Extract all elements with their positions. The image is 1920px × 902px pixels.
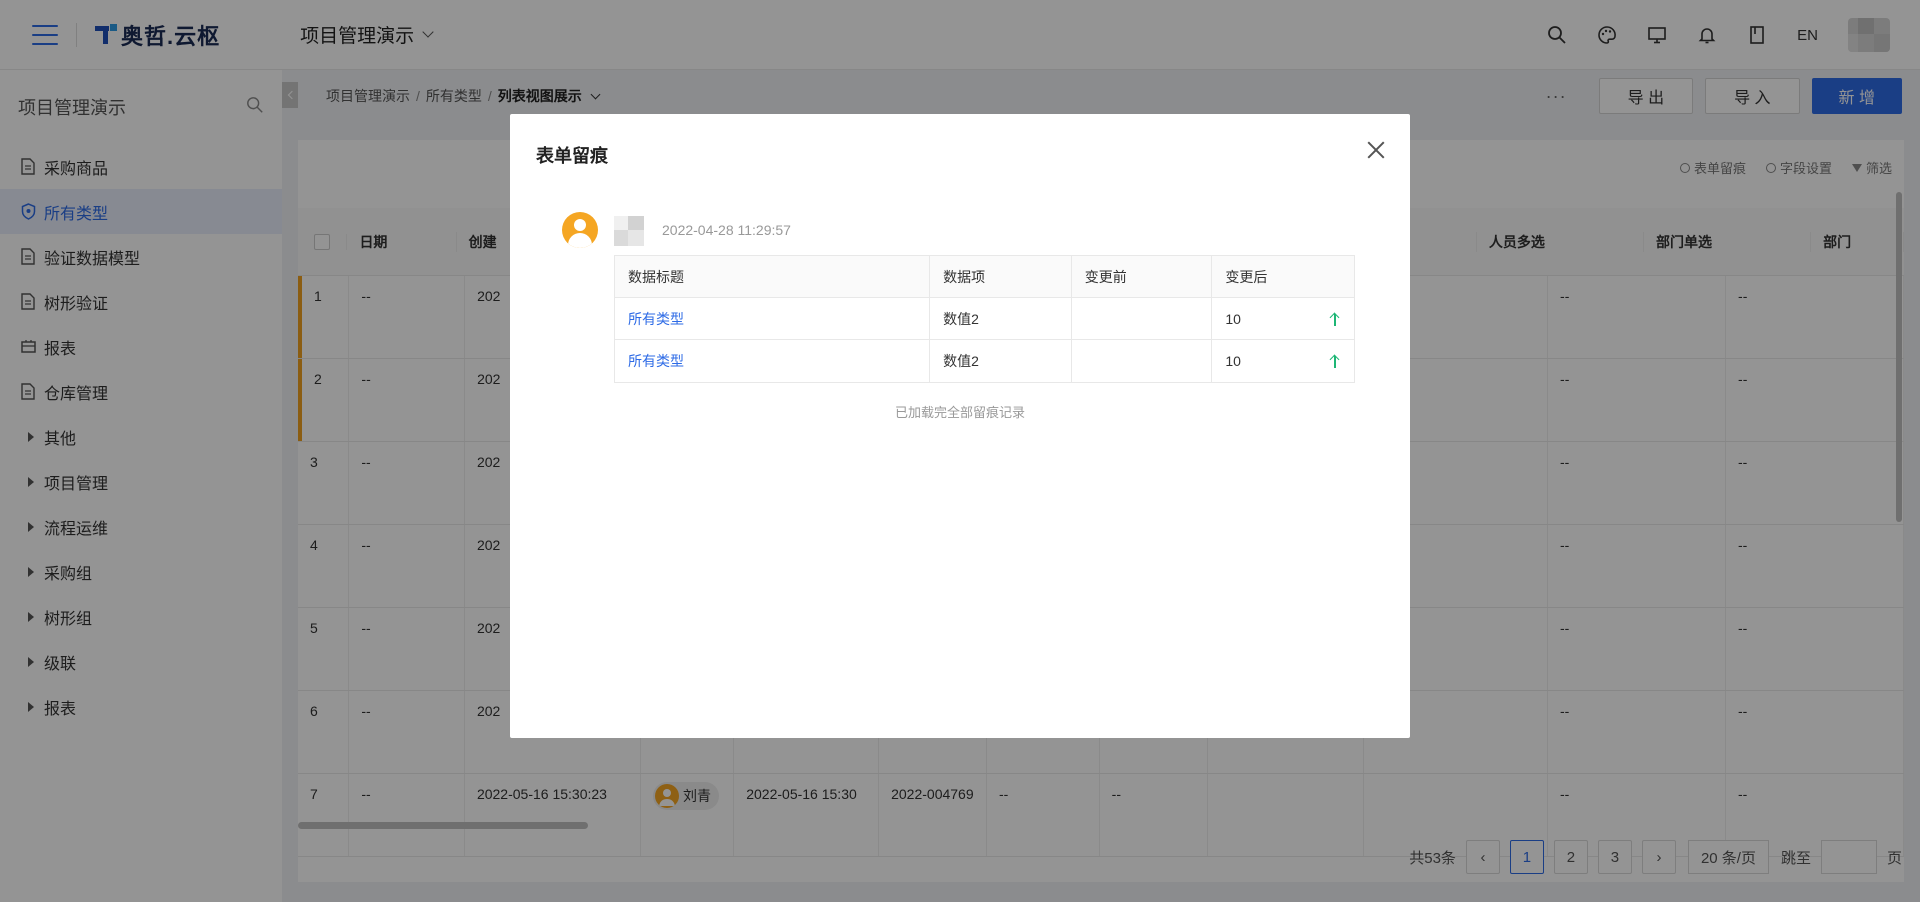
- trace-table-header: 数据标题 数据项 变更前 变更后: [615, 256, 1354, 298]
- trace-table: 数据标题 数据项 变更前 变更后 所有类型 数值2 10 所有类型 数值2 10: [614, 255, 1355, 383]
- trace-after-value: 10: [1225, 310, 1241, 327]
- trace-column-header: 数据项: [930, 256, 1072, 297]
- trace-after-cell: 10: [1212, 340, 1354, 382]
- arrow-up-icon: [1329, 312, 1341, 326]
- record-timestamp: 2022-04-28 11:29:57: [662, 222, 791, 238]
- trace-after-cell: 10: [1212, 298, 1354, 339]
- trace-after-value: 10: [1225, 353, 1241, 369]
- trace-column-header: 变更后: [1225, 268, 1268, 285]
- trace-column-header: 数据标题: [615, 256, 931, 297]
- trace-title-link[interactable]: 所有类型: [628, 351, 684, 371]
- close-icon[interactable]: [1366, 140, 1386, 160]
- trace-title-cell: 所有类型: [615, 340, 931, 382]
- record-user-avatar: [562, 212, 598, 248]
- trace-title-cell: 所有类型: [615, 298, 931, 339]
- trace-field-cell: 数值2: [930, 298, 1072, 339]
- trace-before-cell: [1072, 340, 1213, 382]
- trace-row: 所有类型 数值2 10: [615, 298, 1354, 340]
- trace-row: 所有类型 数值2 10: [615, 340, 1354, 382]
- trace-before-cell: [1072, 298, 1213, 339]
- trace-field-cell: 数值2: [930, 340, 1072, 382]
- all-loaded-hint: 已加载完全部留痕记录: [894, 405, 1025, 420]
- dialog-title: 表单留痕: [536, 146, 608, 166]
- trace-title-link[interactable]: 所有类型: [628, 309, 684, 329]
- trace-column-header: 变更前: [1072, 256, 1213, 297]
- record-user-thumb: [614, 216, 644, 246]
- form-trace-dialog: 表单留痕 2022-04-28 11:29:57 数据标题 数据项 变更前 变更后 所有…: [510, 114, 1410, 738]
- arrow-up-icon: [1329, 354, 1341, 368]
